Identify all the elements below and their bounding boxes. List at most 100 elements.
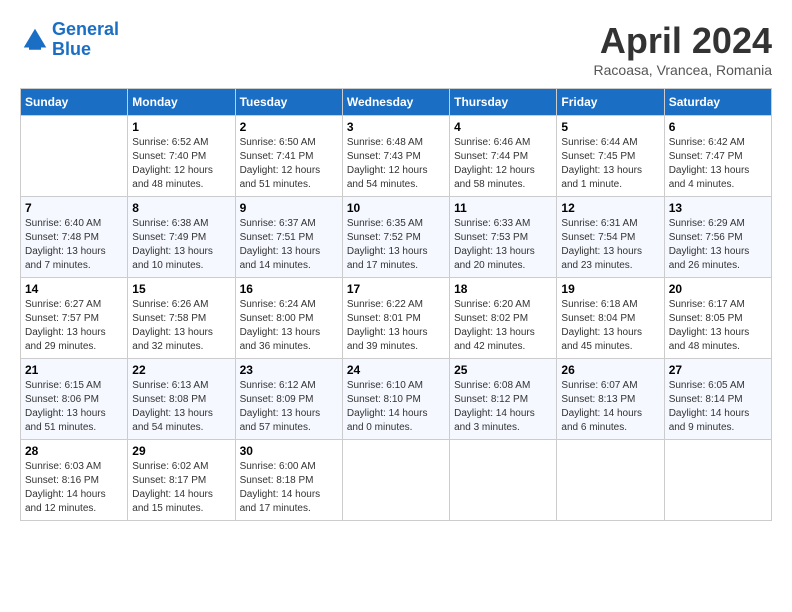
- day-info: Sunrise: 6:10 AM Sunset: 8:10 PM Dayligh…: [347, 379, 445, 435]
- day-info: Sunrise: 6:35 AM Sunset: 7:52 PM Dayligh…: [347, 217, 445, 273]
- day-info: Sunrise: 6:38 AM Sunset: 7:49 PM Dayligh…: [132, 217, 230, 273]
- calendar-cell: 5Sunrise: 6:44 AM Sunset: 7:45 PM Daylig…: [557, 116, 664, 197]
- day-number: 27: [669, 363, 767, 377]
- page-header: General Blue April 2024 Racoasa, Vrancea…: [20, 20, 772, 78]
- day-number: 9: [240, 201, 338, 215]
- calendar-header-row: SundayMondayTuesdayWednesdayThursdayFrid…: [21, 89, 772, 116]
- logo: General Blue: [20, 20, 119, 60]
- col-header-wednesday: Wednesday: [342, 89, 449, 116]
- calendar-cell: [557, 440, 664, 521]
- col-header-sunday: Sunday: [21, 89, 128, 116]
- calendar-cell: 27 Sunrise: 6:05 AM Sunset: 8:14 PM Dayli…: [664, 359, 771, 440]
- calendar-cell: 10 Sunrise: 6:35 AM Sunset: 7:52 PM Dayli…: [342, 197, 449, 278]
- logo-icon: [20, 25, 50, 55]
- calendar-cell: 4 Sunrise: 6:46 AM Sunset: 7:44 PM Daylig…: [450, 116, 557, 197]
- day-number: 18: [454, 282, 552, 296]
- day-number: 29: [132, 444, 230, 458]
- day-number: 30: [240, 444, 338, 458]
- day-number: 15: [132, 282, 230, 296]
- calendar-cell: 16Sunrise: 6:24 AM Sunset: 8:00 PM Dayli…: [235, 278, 342, 359]
- calendar-cell: [342, 440, 449, 521]
- col-header-saturday: Saturday: [664, 89, 771, 116]
- day-info: Sunrise: 6:02 AM Sunset: 8:17 PM Dayligh…: [132, 460, 230, 516]
- title-block: April 2024 Racoasa, Vrancea, Romania: [594, 20, 772, 78]
- day-number: 24: [347, 363, 445, 377]
- day-info: Sunrise: 6:18 AM Sunset: 8:04 PM Dayligh…: [561, 298, 659, 354]
- calendar-cell: 17Sunrise: 6:22 AM Sunset: 8:01 PM Dayli…: [342, 278, 449, 359]
- day-info: Sunrise: 6:52 AM Sunset: 7:40 PM Dayligh…: [132, 136, 230, 192]
- day-info: Sunrise: 6:37 AM Sunset: 7:51 PM Dayligh…: [240, 217, 338, 273]
- logo-text: General Blue: [52, 20, 119, 60]
- day-number: 20: [669, 282, 767, 296]
- calendar-cell: 23 Sunrise: 6:12 AM Sunset: 8:09 PM Dayli…: [235, 359, 342, 440]
- logo-line2: Blue: [52, 39, 91, 59]
- day-number: 6: [669, 120, 767, 134]
- calendar-cell: 18 Sunrise: 6:20 AM Sunset: 8:02 PM Dayli…: [450, 278, 557, 359]
- day-number: 26: [561, 363, 659, 377]
- logo-line1: General: [52, 19, 119, 39]
- day-info: Sunrise: 6:17 AM Sunset: 8:05 PM Dayligh…: [669, 298, 767, 354]
- calendar-cell: 8 Sunrise: 6:38 AM Sunset: 7:49 PM Daylig…: [128, 197, 235, 278]
- day-info: Sunrise: 6:31 AM Sunset: 7:54 PM Dayligh…: [561, 217, 659, 273]
- calendar-cell: 28Sunrise: 6:03 AM Sunset: 8:16 PM Dayli…: [21, 440, 128, 521]
- calendar-cell: 7Sunrise: 6:40 AM Sunset: 7:48 PM Daylig…: [21, 197, 128, 278]
- calendar-cell: 6 Sunrise: 6:42 AM Sunset: 7:47 PM Daylig…: [664, 116, 771, 197]
- subtitle: Racoasa, Vrancea, Romania: [594, 62, 772, 78]
- day-number: 16: [240, 282, 338, 296]
- calendar-cell: 9 Sunrise: 6:37 AM Sunset: 7:51 PM Daylig…: [235, 197, 342, 278]
- calendar-cell: [450, 440, 557, 521]
- day-number: 13: [669, 201, 767, 215]
- day-info: Sunrise: 6:42 AM Sunset: 7:47 PM Dayligh…: [669, 136, 767, 192]
- calendar-cell: 3Sunrise: 6:48 AM Sunset: 7:43 PM Daylig…: [342, 116, 449, 197]
- day-info: Sunrise: 6:40 AM Sunset: 7:48 PM Dayligh…: [25, 217, 123, 273]
- day-info: Sunrise: 6:12 AM Sunset: 8:09 PM Dayligh…: [240, 379, 338, 435]
- calendar-cell: 21 Sunrise: 6:15 AM Sunset: 8:06 PM Dayli…: [21, 359, 128, 440]
- calendar-cell: 22 Sunrise: 6:13 AM Sunset: 8:08 PM Dayli…: [128, 359, 235, 440]
- day-number: 5: [561, 120, 659, 134]
- day-number: 25: [454, 363, 552, 377]
- day-info: Sunrise: 6:33 AM Sunset: 7:53 PM Dayligh…: [454, 217, 552, 273]
- day-info: Sunrise: 6:50 AM Sunset: 7:41 PM Dayligh…: [240, 136, 338, 192]
- day-info: Sunrise: 6:08 AM Sunset: 8:12 PM Dayligh…: [454, 379, 552, 435]
- day-number: 19: [561, 282, 659, 296]
- day-number: 4: [454, 120, 552, 134]
- day-number: 10: [347, 201, 445, 215]
- day-info: Sunrise: 6:20 AM Sunset: 8:02 PM Dayligh…: [454, 298, 552, 354]
- calendar-cell: 11Sunrise: 6:33 AM Sunset: 7:53 PM Dayli…: [450, 197, 557, 278]
- calendar-cell: [21, 116, 128, 197]
- day-info: Sunrise: 6:05 AM Sunset: 8:14 PM Dayligh…: [669, 379, 767, 435]
- day-info: Sunrise: 6:27 AM Sunset: 7:57 PM Dayligh…: [25, 298, 123, 354]
- calendar-cell: 13 Sunrise: 6:29 AM Sunset: 7:56 PM Dayli…: [664, 197, 771, 278]
- calendar-week-row: 7Sunrise: 6:40 AM Sunset: 7:48 PM Daylig…: [21, 197, 772, 278]
- day-info: Sunrise: 6:13 AM Sunset: 8:08 PM Dayligh…: [132, 379, 230, 435]
- calendar-cell: 20 Sunrise: 6:17 AM Sunset: 8:05 PM Dayli…: [664, 278, 771, 359]
- day-info: Sunrise: 6:29 AM Sunset: 7:56 PM Dayligh…: [669, 217, 767, 273]
- calendar-cell: 29 Sunrise: 6:02 AM Sunset: 8:17 PM Dayli…: [128, 440, 235, 521]
- day-info: Sunrise: 6:00 AM Sunset: 8:18 PM Dayligh…: [240, 460, 338, 516]
- calendar-cell: 2 Sunrise: 6:50 AM Sunset: 7:41 PM Daylig…: [235, 116, 342, 197]
- day-number: 3: [347, 120, 445, 134]
- day-info: Sunrise: 6:15 AM Sunset: 8:06 PM Dayligh…: [25, 379, 123, 435]
- day-info: Sunrise: 6:46 AM Sunset: 7:44 PM Dayligh…: [454, 136, 552, 192]
- col-header-friday: Friday: [557, 89, 664, 116]
- col-header-thursday: Thursday: [450, 89, 557, 116]
- day-number: 14: [25, 282, 123, 296]
- calendar-cell: 24 Sunrise: 6:10 AM Sunset: 8:10 PM Dayli…: [342, 359, 449, 440]
- day-number: 23: [240, 363, 338, 377]
- day-info: Sunrise: 6:07 AM Sunset: 8:13 PM Dayligh…: [561, 379, 659, 435]
- day-number: 8: [132, 201, 230, 215]
- day-number: 28: [25, 444, 123, 458]
- calendar-table: SundayMondayTuesdayWednesdayThursdayFrid…: [20, 88, 772, 521]
- day-number: 2: [240, 120, 338, 134]
- day-number: 12: [561, 201, 659, 215]
- day-number: 22: [132, 363, 230, 377]
- calendar-cell: 12 Sunrise: 6:31 AM Sunset: 7:54 PM Dayli…: [557, 197, 664, 278]
- col-header-monday: Monday: [128, 89, 235, 116]
- main-title: April 2024: [594, 20, 772, 62]
- calendar-cell: 1 Sunrise: 6:52 AM Sunset: 7:40 PM Daylig…: [128, 116, 235, 197]
- day-number: 1: [132, 120, 230, 134]
- calendar-cell: 14 Sunrise: 6:27 AM Sunset: 7:57 PM Dayli…: [21, 278, 128, 359]
- day-info: Sunrise: 6:22 AM Sunset: 8:01 PM Dayligh…: [347, 298, 445, 354]
- calendar-cell: 19 Sunrise: 6:18 AM Sunset: 8:04 PM Dayli…: [557, 278, 664, 359]
- day-number: 21: [25, 363, 123, 377]
